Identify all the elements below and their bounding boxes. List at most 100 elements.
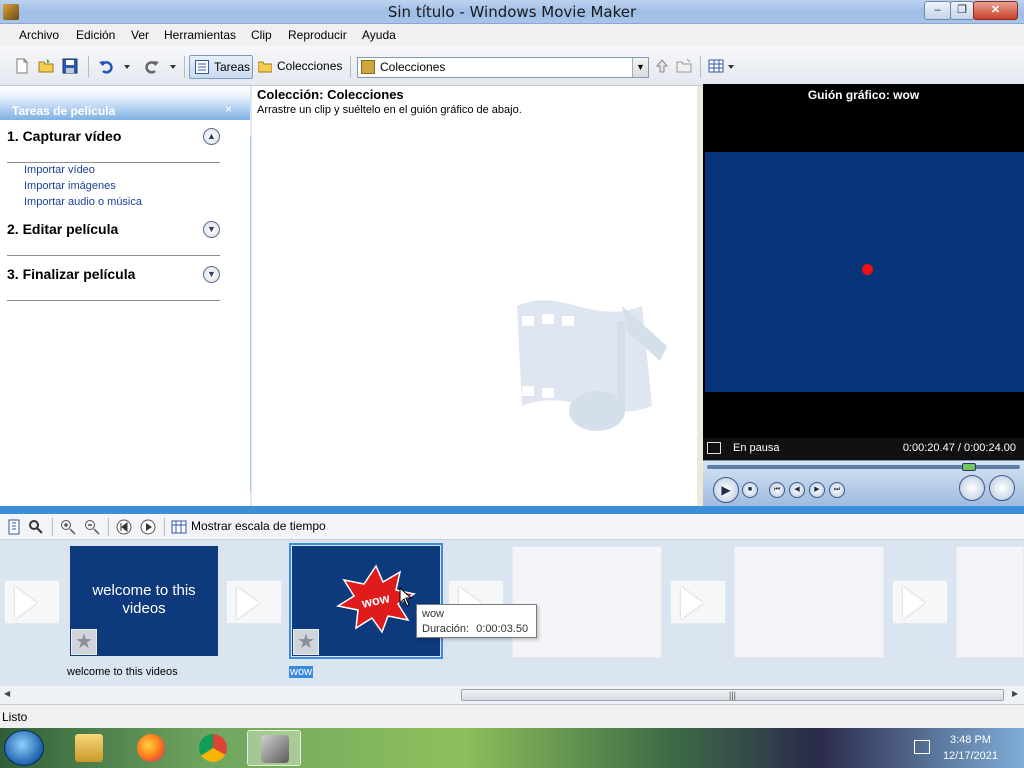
menu-clip[interactable]: Clip bbox=[251, 28, 272, 42]
stop-icon[interactable]: ■ bbox=[742, 482, 758, 498]
play-storyboard-icon[interactable] bbox=[140, 519, 156, 535]
effects-star-icon[interactable]: ★ bbox=[293, 629, 319, 655]
effects-star-icon[interactable]: ★ bbox=[71, 629, 97, 655]
views-dropdown-icon[interactable] bbox=[726, 58, 736, 74]
collection-title: Colección: Colecciones bbox=[257, 87, 404, 102]
fullscreen-icon[interactable] bbox=[707, 442, 721, 454]
menu-ayuda[interactable]: Ayuda bbox=[362, 28, 396, 42]
menu-edicion[interactable]: Edición bbox=[76, 28, 115, 42]
menu-archivo[interactable]: Archivo bbox=[19, 28, 59, 42]
menu-herramientas[interactable]: Herramientas bbox=[164, 28, 236, 42]
zoom-out-icon[interactable] bbox=[84, 519, 100, 535]
menu-reproducir[interactable]: Reproducir bbox=[288, 28, 347, 42]
tasks-button-label: Tareas bbox=[214, 60, 251, 74]
start-button-windows-logo-icon[interactable] bbox=[4, 730, 44, 766]
timeline-icon[interactable] bbox=[171, 519, 187, 535]
rewind-icon[interactable]: ◀ bbox=[789, 482, 805, 498]
collection-area[interactable]: Colección: Colecciones Arrastre un clip … bbox=[250, 86, 697, 506]
storyboard-clip-wow[interactable]: wow ★ bbox=[289, 543, 443, 659]
step-capture-video[interactable]: 1. Capturar vídeo bbox=[7, 128, 121, 144]
taskbar-file-explorer[interactable] bbox=[62, 730, 116, 766]
empty-clip-slot[interactable] bbox=[956, 546, 1024, 658]
show-timeline-button[interactable]: Mostrar escala de tiempo bbox=[191, 519, 326, 533]
transition-slot[interactable] bbox=[670, 580, 726, 624]
undo-icon[interactable] bbox=[98, 58, 114, 74]
empty-clip-slot[interactable] bbox=[512, 546, 662, 658]
taskbar-firefox[interactable] bbox=[124, 730, 178, 766]
toolbar-separator bbox=[184, 56, 185, 78]
link-import-audio[interactable]: Importar audio o música bbox=[24, 196, 142, 208]
collections-button[interactable]: Colecciones bbox=[253, 55, 345, 79]
new-collection-icon[interactable] bbox=[676, 58, 692, 74]
transition-slot[interactable] bbox=[892, 580, 948, 624]
expand-chevron-down-icon[interactable]: ▼ bbox=[203, 221, 220, 238]
scroll-left-icon[interactable]: ◀ bbox=[4, 689, 10, 698]
restore-button[interactable]: ❐ bbox=[950, 1, 974, 20]
folder-icon bbox=[75, 734, 103, 762]
up-level-icon[interactable] bbox=[654, 58, 670, 74]
link-import-video[interactable]: Importar vídeo bbox=[24, 164, 95, 176]
step-edit-movie[interactable]: 2. Editar película bbox=[7, 221, 118, 237]
undo-dropdown-icon[interactable] bbox=[122, 58, 132, 74]
set-audio-levels-icon[interactable] bbox=[28, 519, 44, 535]
toolbar-separator bbox=[108, 518, 109, 536]
storyboard-clip-welcome[interactable]: welcome to this videos ★ bbox=[70, 546, 218, 656]
taskbar-movie-maker[interactable] bbox=[247, 730, 301, 766]
close-button[interactable]: ✕ bbox=[973, 1, 1018, 20]
menu-ver[interactable]: Ver bbox=[131, 28, 149, 42]
preview-monitor: Guión gráfico: wow En pausa 0:00:20.47 /… bbox=[703, 84, 1024, 506]
rewind-storyboard-icon[interactable] bbox=[116, 519, 132, 535]
step-finish-movie[interactable]: 3. Finalizar película bbox=[7, 266, 135, 282]
network-icon[interactable] bbox=[914, 740, 930, 754]
redo-icon[interactable] bbox=[144, 58, 160, 74]
playback-time: 0:00:20.47 / 0:00:24.00 bbox=[902, 442, 1016, 454]
preview-screen[interactable] bbox=[705, 152, 1024, 392]
clip-caption-selected[interactable]: wow bbox=[289, 666, 314, 678]
clip-tooltip: wow Duración: 0:00:03.50 bbox=[416, 604, 537, 638]
storyboard-scrollbar[interactable]: ◀ ||| ▶ bbox=[0, 686, 1024, 704]
clock-date: 12/17/2021 bbox=[942, 750, 998, 762]
divider bbox=[7, 300, 220, 301]
transition-slot[interactable] bbox=[226, 580, 282, 624]
previous-frame-icon[interactable]: ⏮ bbox=[769, 482, 785, 498]
windows-taskbar: 3:48 PM 12/17/2021 bbox=[0, 728, 1024, 768]
scroll-right-icon[interactable]: ▶ bbox=[1012, 689, 1018, 698]
expand-chevron-down-icon[interactable]: ▼ bbox=[203, 266, 220, 283]
scrollbar-thumb[interactable]: ||| bbox=[461, 689, 1004, 701]
new-project-icon[interactable] bbox=[14, 58, 30, 74]
clip-caption[interactable]: welcome to this videos bbox=[67, 666, 178, 678]
collection-select[interactable]: Colecciones ▼ bbox=[357, 57, 649, 78]
forward-icon[interactable]: ▶ bbox=[809, 482, 825, 498]
tasks-button[interactable]: Tareas bbox=[189, 55, 253, 79]
take-picture-icon[interactable] bbox=[989, 475, 1015, 501]
collection-select-icon bbox=[361, 60, 375, 74]
play-icon[interactable]: ▶ bbox=[713, 477, 739, 503]
collapse-chevron-up-icon[interactable]: ▲ bbox=[203, 128, 220, 145]
taskbar-clock[interactable]: 3:48 PM 12/17/2021 bbox=[943, 732, 998, 764]
next-frame-icon[interactable]: ⏭ bbox=[829, 482, 845, 498]
seek-handle[interactable] bbox=[962, 463, 977, 471]
monitor-title: Guión gráfico: wow bbox=[807, 88, 920, 102]
chevron-down-icon[interactable]: ▼ bbox=[632, 58, 648, 77]
views-icon[interactable] bbox=[708, 58, 724, 74]
save-project-icon[interactable] bbox=[62, 58, 78, 74]
link-import-images[interactable]: Importar imágenes bbox=[24, 180, 116, 192]
minimize-button[interactable]: – bbox=[924, 1, 951, 20]
open-project-icon[interactable] bbox=[38, 58, 54, 74]
tooltip-duration-label: Duración: bbox=[422, 623, 470, 635]
narrate-icon[interactable] bbox=[6, 519, 22, 535]
zoom-in-icon[interactable] bbox=[60, 519, 76, 535]
redo-dropdown-icon[interactable] bbox=[168, 58, 178, 74]
tasks-pane-close-icon[interactable]: × bbox=[225, 102, 232, 116]
split-clip-icon[interactable] bbox=[959, 475, 985, 501]
clock-time: 3:48 PM bbox=[949, 734, 991, 746]
storyboard-divider bbox=[0, 506, 1024, 514]
title-bar: Sin título - Windows Movie Maker – ❐ ✕ bbox=[0, 0, 1024, 24]
movie-tasks-pane: Tareas de película × 1. Capturar vídeo ▲… bbox=[0, 86, 250, 506]
collection-hint: Arrastre un clip y suéltelo en el guión … bbox=[257, 104, 522, 116]
collections-folder-icon bbox=[258, 61, 272, 73]
transition-slot[interactable] bbox=[4, 580, 60, 624]
collections-button-label: Colecciones bbox=[277, 59, 343, 73]
taskbar-chrome[interactable] bbox=[186, 730, 240, 766]
empty-clip-slot[interactable] bbox=[734, 546, 884, 658]
